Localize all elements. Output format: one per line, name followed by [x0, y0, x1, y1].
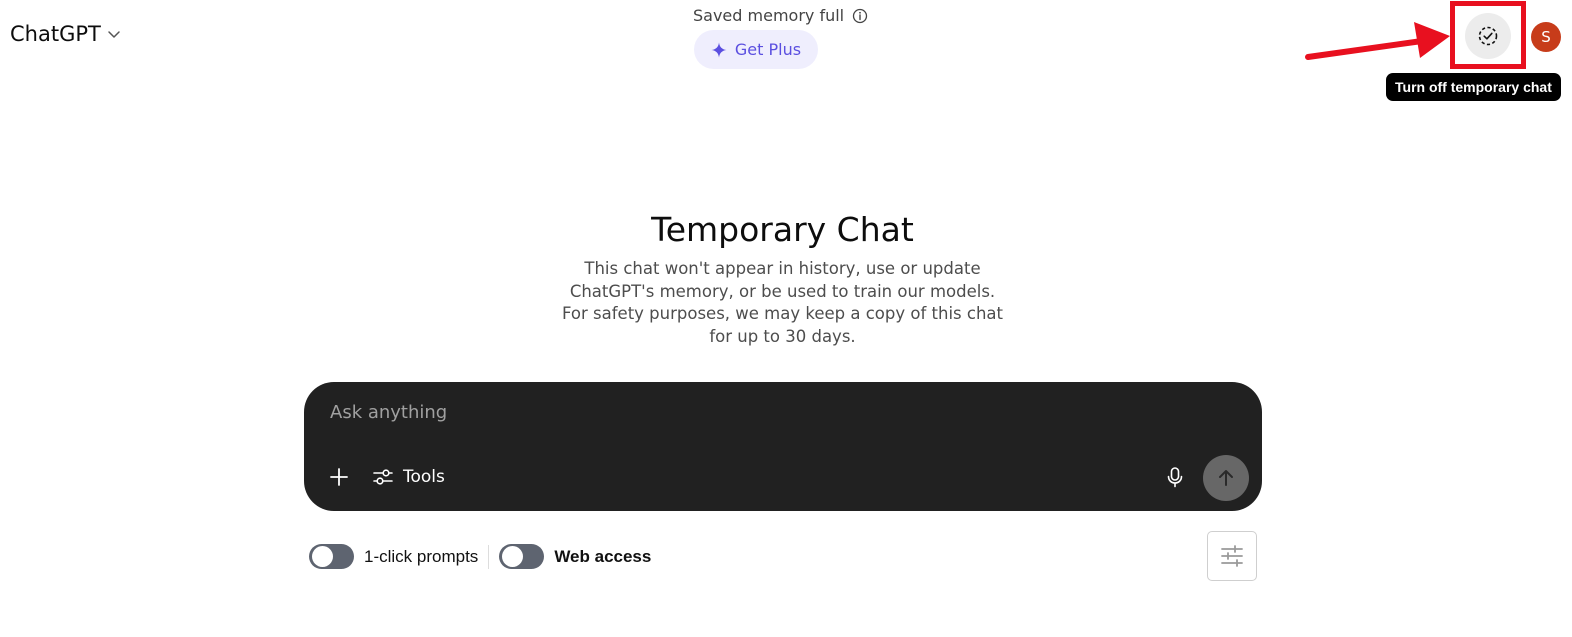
composer: Tools [304, 382, 1262, 511]
temporary-chat-button[interactable] [1465, 13, 1511, 59]
description-line: For safety purposes, we may keep a copy … [562, 304, 1003, 323]
toggle-knob [502, 546, 524, 567]
chevron-down-icon [108, 31, 120, 38]
avatar[interactable]: S [1531, 22, 1561, 52]
tools-label: Tools [403, 467, 445, 487]
description-line: for up to 30 days. [709, 326, 856, 346]
one-click-prompts-label: 1-click prompts [364, 546, 479, 566]
description-line: This chat won't appear in history, use o… [584, 259, 981, 278]
web-access-toggle[interactable] [499, 544, 545, 569]
send-button[interactable] [1203, 455, 1249, 501]
model-name: ChatGPT [10, 22, 101, 46]
model-selector[interactable]: ChatGPT [10, 22, 121, 46]
toggle-knob [312, 546, 333, 567]
dashed-circle-check-icon [1478, 26, 1498, 46]
arrow-up-icon [1219, 470, 1233, 486]
plus-icon [330, 468, 348, 486]
description-line: ChatGPT's memory, or be used to train ou… [569, 281, 996, 301]
get-plus-label: Get Plus [734, 40, 802, 59]
temporary-chat-description: This chat won't appear in history, use o… [560, 258, 1005, 348]
chatgpt-page: ChatGPT Saved memory full Get Plus S Tur… [0, 0, 1572, 637]
adjustments-icon [1221, 545, 1243, 567]
sparkle-icon [711, 42, 727, 57]
tools-button[interactable]: Tools [372, 462, 445, 492]
info-icon[interactable] [852, 8, 868, 24]
message-input[interactable] [330, 402, 1130, 423]
get-plus-button[interactable]: Get Plus [694, 30, 818, 69]
page-title: Temporary Chat [651, 210, 914, 249]
memory-status-text: Saved memory full [693, 6, 845, 25]
web-access-label: Web access [554, 546, 652, 566]
prompt-settings-button[interactable] [1207, 531, 1257, 581]
sliders-icon [373, 469, 393, 485]
tooltip: Turn off temporary chat [1386, 73, 1561, 101]
add-attachment-button[interactable] [324, 462, 354, 492]
feature-toggles: 1-click prompts Web access [309, 544, 651, 569]
memory-status: Saved memory full [693, 6, 868, 25]
annotation-arrow [1305, 22, 1450, 60]
microphone-icon [1167, 467, 1183, 488]
voice-input-button[interactable] [1161, 462, 1189, 492]
toggle-divider [488, 544, 490, 569]
one-click-prompts-toggle[interactable] [309, 544, 354, 569]
